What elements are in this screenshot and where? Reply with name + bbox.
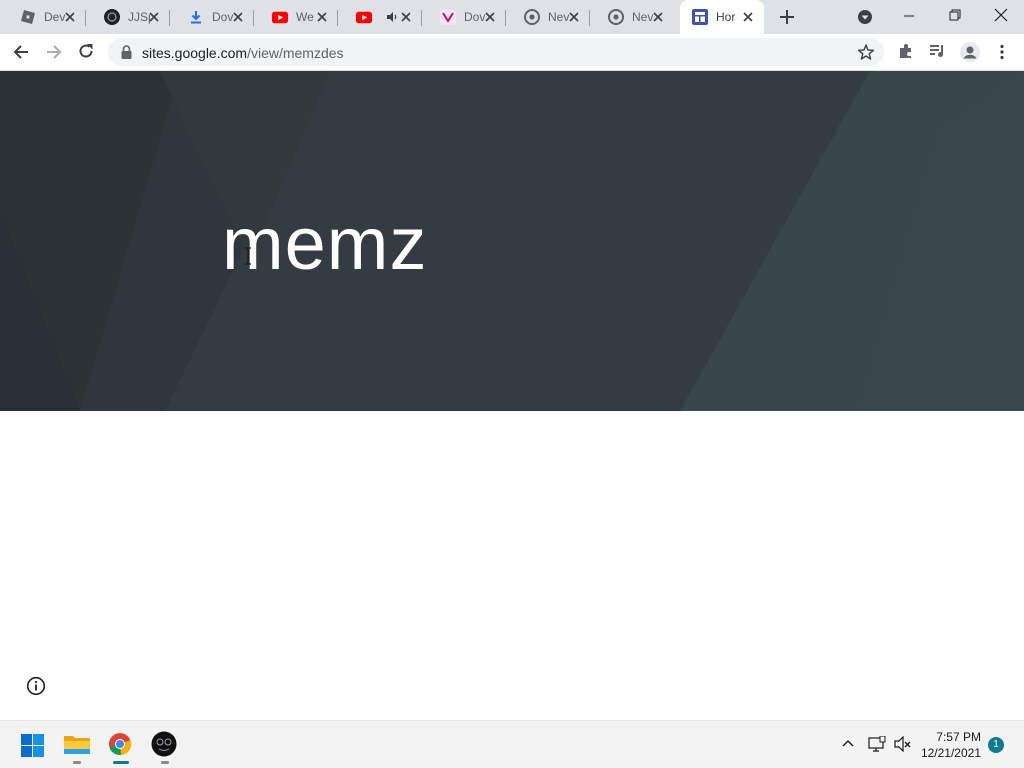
tab-new-1[interactable]: Nev	[506, 0, 590, 34]
profile-icon[interactable]	[960, 42, 980, 62]
info-icon[interactable]	[26, 676, 46, 696]
url-path: /view/memzdes	[247, 45, 344, 61]
running-indicator	[73, 761, 81, 764]
restore-icon[interactable]	[949, 9, 961, 21]
clock-date[interactable]: 12/21/2021	[921, 746, 981, 760]
close-icon[interactable]	[315, 10, 329, 24]
minimize-icon[interactable]	[903, 10, 915, 22]
network-icon[interactable]	[868, 736, 886, 752]
tab-youtube-1[interactable]: We	[254, 0, 338, 34]
notification-badge[interactable]: 1	[988, 737, 1004, 753]
url-text[interactable]: sites.google.com/view/memzdes	[142, 45, 344, 61]
google-sites-icon	[692, 9, 708, 25]
back-icon[interactable]	[13, 44, 29, 60]
close-window-icon[interactable]	[994, 8, 1008, 22]
close-icon[interactable]	[399, 10, 413, 24]
tab-jjsp[interactable]: JJSp	[86, 0, 170, 34]
start-windows-icon[interactable]	[21, 734, 44, 757]
close-icon[interactable]	[63, 10, 77, 24]
address-bar[interactable]: sites.google.com/view/memzdes	[108, 38, 884, 66]
tab-dev[interactable]: Dev	[2, 0, 86, 34]
tab-strip: Dev JJSp Dov We	[0, 0, 1024, 34]
chrome-icon	[524, 9, 540, 25]
volume-muted-icon[interactable]	[894, 736, 912, 752]
running-indicator	[161, 761, 169, 764]
file-explorer-icon[interactable]	[64, 733, 90, 755]
tab-new-2[interactable]: Nev	[590, 0, 680, 34]
chrome-icon	[608, 9, 624, 25]
menu-icon[interactable]	[999, 44, 1005, 60]
url-host: sites.google.com	[142, 45, 248, 61]
lock-icon[interactable]	[121, 45, 132, 59]
speaker-icon[interactable]	[386, 11, 398, 23]
active-indicator	[113, 761, 129, 764]
close-icon[interactable]	[231, 10, 245, 24]
vectorizer-icon	[440, 9, 456, 25]
bookmark-star-icon[interactable]	[858, 44, 874, 60]
tab-title: Hor	[716, 10, 736, 24]
download-icon	[188, 9, 204, 25]
site-logo-icon	[104, 9, 120, 25]
tab-home-active[interactable]: Hor	[680, 0, 764, 34]
tab-download[interactable]: Dov	[170, 0, 254, 34]
chrome-taskbar-icon[interactable]	[108, 732, 132, 756]
reload-icon[interactable]	[78, 43, 94, 59]
clock-time[interactable]: 7:57 PM	[936, 730, 981, 744]
close-icon[interactable]	[147, 10, 161, 24]
browser-toolbar: sites.google.com/view/memzdes	[0, 34, 1024, 71]
app-taskbar-icon[interactable]	[151, 731, 177, 757]
youtube-icon	[356, 9, 372, 25]
media-control-icon[interactable]	[929, 44, 945, 58]
banner-pattern	[0, 71, 1024, 411]
tab-search-icon[interactable]	[857, 9, 873, 25]
tab-youtube-2[interactable]	[338, 0, 422, 34]
youtube-icon	[272, 9, 288, 25]
roblox-icon	[20, 9, 36, 25]
close-icon[interactable]	[651, 10, 665, 24]
close-icon[interactable]	[483, 10, 497, 24]
tab-vectorizer[interactable]: Dov	[422, 0, 506, 34]
extensions-icon[interactable]	[898, 43, 914, 59]
site-title: memz	[222, 202, 428, 285]
close-icon[interactable]	[567, 10, 581, 24]
close-icon[interactable]	[741, 10, 755, 24]
windows-taskbar: 7:57 PM 12/21/2021 1	[0, 720, 1024, 768]
text-cursor-icon	[244, 247, 252, 265]
chevron-up-icon[interactable]	[842, 739, 854, 747]
new-tab-icon[interactable]	[779, 9, 795, 25]
header-banner: memz	[0, 71, 1024, 411]
forward-icon[interactable]	[46, 44, 62, 60]
